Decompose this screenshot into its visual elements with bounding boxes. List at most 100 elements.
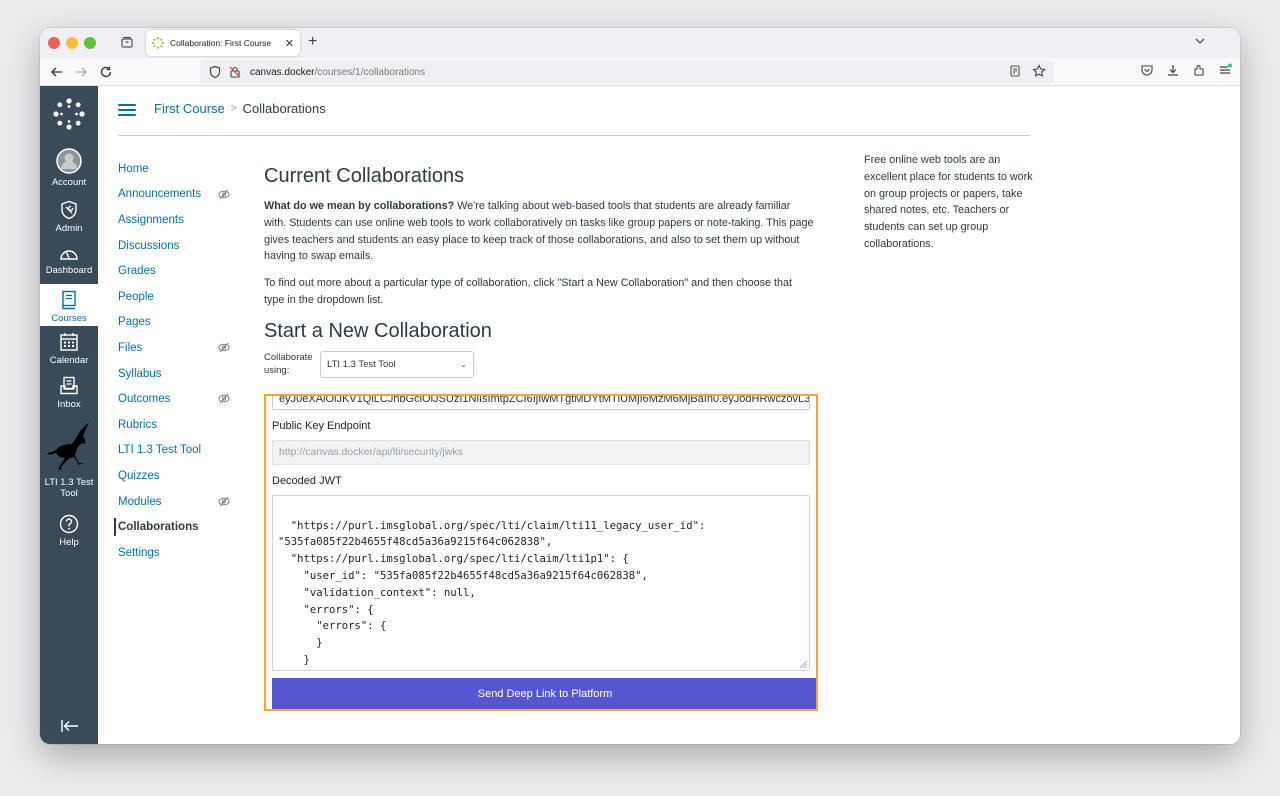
header-divider	[118, 135, 1030, 136]
reload-button[interactable]	[97, 63, 115, 81]
main-content: Current Collaborations What do we mean b…	[264, 156, 814, 378]
bookmark-star-icon[interactable]	[1032, 64, 1046, 78]
global-nav-label: Help	[59, 537, 79, 548]
intro-bold: What do we mean by collaborations?	[264, 200, 454, 212]
global-nav-help[interactable]: Help	[40, 514, 98, 548]
course-nav-item-settings[interactable]: Settings	[118, 540, 228, 566]
minimize-window-button[interactable]	[66, 37, 78, 49]
tab-close-icon[interactable]: ✕	[285, 37, 294, 50]
course-nav-label: Files	[118, 342, 142, 354]
tracking-shield-icon[interactable]	[208, 65, 222, 79]
tab-list-chevron-icon[interactable]	[1194, 35, 1206, 47]
canvas-favicon-icon	[152, 37, 164, 49]
send-deep-link-button[interactable]: Send Deep Link to Platform	[272, 678, 818, 709]
course-menu-toggle[interactable]	[118, 104, 136, 118]
course-nav-item-files[interactable]: Files	[118, 335, 228, 361]
global-nav-label: Account	[52, 177, 86, 188]
course-nav-item-announcements[interactable]: Announcements	[118, 182, 228, 208]
course-nav-item-outcomes[interactable]: Outcomes	[118, 386, 228, 412]
pocket-icon[interactable]	[1140, 63, 1154, 77]
public-key-endpoint-input[interactable]: http://canvas.docker/api/lti/security/jw…	[272, 440, 810, 465]
intro-paragraph: What do we mean by collaborations? We're…	[264, 198, 814, 265]
course-nav-item-rubrics[interactable]: Rubrics	[118, 412, 228, 438]
public-key-endpoint-label: Public Key Endpoint	[272, 420, 370, 432]
hidden-eye-icon	[218, 393, 230, 404]
decoded-jwt-textarea[interactable]: "https://purl.imsglobal.org/spec/lti/cla…	[272, 495, 810, 671]
course-nav-item-collaborations[interactable]: Collaborations	[118, 514, 228, 540]
downloads-icon[interactable]	[1166, 63, 1180, 77]
jwt-line: }	[278, 635, 809, 652]
maximize-window-button[interactable]	[84, 37, 96, 49]
reader-view-icon[interactable]	[1008, 64, 1022, 78]
close-window-button[interactable]	[48, 37, 60, 49]
course-navigation: HomeAnnouncements Assignments DiscussionsG…	[118, 156, 228, 566]
start-new-collaboration-heading: Start a New Collaboration	[264, 319, 814, 343]
course-nav-item-lti-1-3-test-tool[interactable]: LTI 1.3 Test Tool	[118, 438, 228, 464]
insecure-lock-icon[interactable]	[228, 65, 242, 79]
jwt-line: }	[278, 652, 809, 669]
global-nav-inbox[interactable]: Inbox	[40, 376, 98, 410]
decoded-jwt-label: Decoded JWT	[272, 475, 342, 487]
decoded-jwt-lines: "https://purl.imsglobal.org/spec/lti/cla…	[278, 518, 809, 671]
chevron-down-icon: ⌄	[460, 360, 467, 369]
course-nav-label: People	[118, 291, 154, 303]
course-nav-item-assignments[interactable]: Assignments	[118, 207, 228, 233]
back-button[interactable]	[48, 63, 66, 81]
course-nav-label: Collaborations	[118, 521, 199, 533]
forward-button[interactable]	[72, 63, 90, 81]
jwt-line: "errors": {	[278, 602, 809, 619]
course-nav-item-syllabus[interactable]: Syllabus	[118, 361, 228, 387]
tab-overview-icon[interactable]	[120, 35, 134, 49]
global-nav-label: LTI 1.3 Test Tool	[42, 477, 96, 500]
breadcrumb: First Course > Collaborations	[154, 101, 326, 116]
course-nav-item-modules[interactable]: Modules	[118, 489, 228, 515]
collapse-nav-icon[interactable]	[60, 718, 80, 734]
browser-tab-active[interactable]: Collaboration: First Course ✕	[146, 30, 300, 56]
hamburger-line	[118, 104, 136, 106]
course-nav-item-pages[interactable]: Pages	[118, 310, 228, 336]
extensions-icon[interactable]	[1192, 63, 1206, 77]
global-nav-courses[interactable]: Courses	[40, 284, 98, 326]
canvas-logo[interactable]	[40, 98, 98, 130]
url-host: canvas.docker	[250, 67, 314, 78]
hidden-eye-icon	[218, 189, 230, 200]
jwt-line: "https://purl.imsglobal.org/spec/lti/cla…	[278, 518, 809, 535]
inbox-icon	[59, 376, 79, 396]
course-nav-label: Pages	[118, 316, 151, 328]
course-nav-item-quizzes[interactable]: Quizzes	[118, 463, 228, 489]
calendar-icon	[59, 332, 79, 352]
course-nav-label: Syllabus	[118, 368, 161, 380]
global-nav-calendar[interactable]: Calendar	[40, 332, 98, 366]
breadcrumb-course-link[interactable]: First Course	[154, 101, 225, 116]
url-text[interactable]: canvas.docker/courses/1/collaborations	[250, 67, 425, 78]
course-nav-item-discussions[interactable]: Discussions	[118, 233, 228, 259]
global-nav-lti-tool[interactable]: LTI 1.3 Test Tool	[40, 420, 98, 500]
collaborate-using-label: Collaborate using:	[264, 351, 320, 377]
course-nav-label: Modules	[118, 496, 161, 508]
tab-strip: Collaboration: First Course ✕ +	[40, 28, 1240, 58]
jwt-line: "535fa085f22b4655f48cd5a36a9215f64c06283…	[278, 534, 809, 551]
hidden-eye-icon	[218, 342, 230, 353]
page-content: First Course > Collaborations HomeAnnoun…	[98, 86, 1240, 744]
unicorn-icon	[43, 420, 95, 474]
collaboration-type-select[interactable]: LTI 1.3 Test Tool ⌄	[320, 351, 474, 378]
global-nav-admin[interactable]: Admin	[40, 200, 98, 234]
new-tab-button[interactable]: +	[308, 33, 317, 51]
jwt-line: "user_id": "535fa085f22b4655f48cd5a36a92…	[278, 568, 809, 585]
app-menu-icon[interactable]	[1218, 63, 1232, 77]
course-nav-item-people[interactable]: People	[118, 284, 228, 310]
account-avatar-icon	[56, 148, 82, 174]
jwt-line: "validation_context": null,	[278, 585, 809, 602]
jwt-token-input[interactable]: eyJ0eXAiOiJKV1QiLCJhbGciOiJSUzI1NiIsImtp…	[272, 394, 810, 410]
global-nav-dashboard[interactable]: Dashboard	[40, 244, 98, 276]
find-out-paragraph: To find out more about a particular type…	[264, 275, 814, 309]
global-nav-account[interactable]: Account	[40, 148, 98, 188]
course-nav-label: Assignments	[118, 214, 184, 226]
url-bar[interactable]: canvas.docker/courses/1/collaborations	[200, 60, 1054, 84]
current-collaborations-heading: Current Collaborations	[264, 164, 814, 188]
course-nav-item-grades[interactable]: Grades	[118, 258, 228, 284]
tab-title: Collaboration: First Course	[170, 38, 285, 48]
collaborate-using-row: Collaborate using: LTI 1.3 Test Tool ⌄	[264, 351, 814, 378]
resize-grip-icon[interactable]	[799, 660, 807, 668]
course-nav-item-home[interactable]: Home	[118, 156, 228, 182]
